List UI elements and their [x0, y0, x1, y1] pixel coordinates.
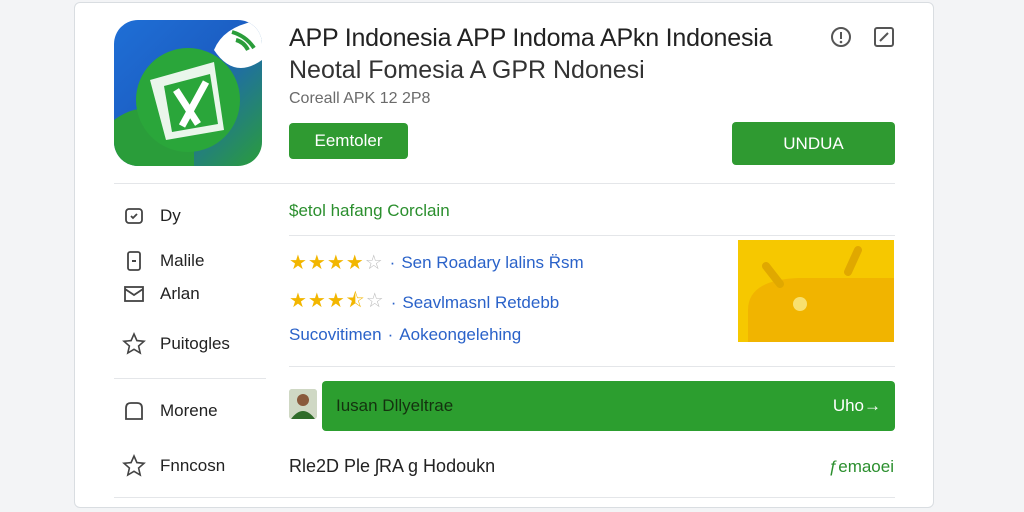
sidebar-item-puitogles[interactable]: Puitogles: [122, 332, 230, 356]
promo-banner[interactable]: Iusan Dllyeltrae Uho→: [322, 381, 895, 431]
star-icon: [122, 454, 146, 478]
app-title: APP Indonesia APP Indoma APkn Indonesia: [289, 24, 773, 52]
sidebar-item-arlan[interactable]: Arlan: [122, 282, 200, 306]
divider: [114, 378, 266, 379]
headline-link[interactable]: $etol hafang Corclain: [289, 201, 450, 221]
app-subtitle: Neotal Fomesia A GPR Ndonesi: [289, 56, 645, 84]
footer-link[interactable]: ƒemaoei: [829, 457, 894, 477]
sidebar-item-label: Morene: [160, 401, 218, 420]
avatar: [289, 389, 317, 419]
divider: [289, 366, 895, 367]
rating-row: ★★★⯪☆ · Seavlmasnl Retdebb: [289, 286, 559, 320]
info-icon[interactable]: [830, 26, 852, 48]
banner-label: Iusan Dllyeltrae: [336, 396, 454, 415]
divider: [114, 497, 895, 498]
folder-icon: [122, 399, 146, 423]
sidebar-item-label: Malile: [160, 251, 205, 270]
app-logo: [114, 20, 262, 166]
edit-icon[interactable]: [873, 26, 895, 48]
phone-icon: [122, 249, 146, 273]
shield-icon: [122, 204, 146, 228]
app-meta: Coreall APK 12 2P8: [289, 90, 431, 107]
install-button[interactable]: UNDUA: [732, 122, 895, 165]
android-thumbnail: [738, 240, 894, 342]
sidebar-item-malile[interactable]: Malile: [122, 249, 204, 273]
rating-text[interactable]: Sen Roadary lalins R̈sm: [401, 253, 583, 273]
star-rating: ★★★⯪☆: [289, 290, 385, 312]
sidebar-item-fnncosn[interactable]: Fnncosn: [122, 454, 225, 478]
rating-text[interactable]: Seavlmasnl Retdebb: [402, 293, 559, 313]
mail-icon: [122, 282, 146, 306]
rating-row: ★★★★☆ · Sen Roadary lalins R̈sm: [289, 252, 584, 274]
divider: [114, 183, 895, 184]
star-rating: ★★★★☆: [289, 252, 384, 274]
sidebar-item-dy[interactable]: Dy: [122, 204, 181, 228]
footer-text: Rle2D Ple ʃRA g Hodoukn: [289, 456, 496, 476]
sidebar-item-label: Puitogles: [160, 334, 230, 353]
sidebar-item-label: Fnncosn: [160, 456, 226, 475]
subline-row: Sucovitimen · Aokeongelehing: [289, 325, 522, 345]
sidebar-item-label: Dy: [160, 206, 181, 225]
open-button[interactable]: Eemtoler: [289, 123, 408, 159]
sidebar-item-morene[interactable]: Morene: [122, 399, 218, 423]
sidebar-item-label: Arlan: [160, 284, 200, 303]
star-icon: [122, 332, 146, 356]
subline-link[interactable]: Aokeongelehing: [399, 325, 521, 345]
banner-action[interactable]: Uho→: [833, 396, 881, 416]
divider: [289, 235, 895, 236]
subline-link[interactable]: Sucovitimen: [289, 325, 382, 345]
